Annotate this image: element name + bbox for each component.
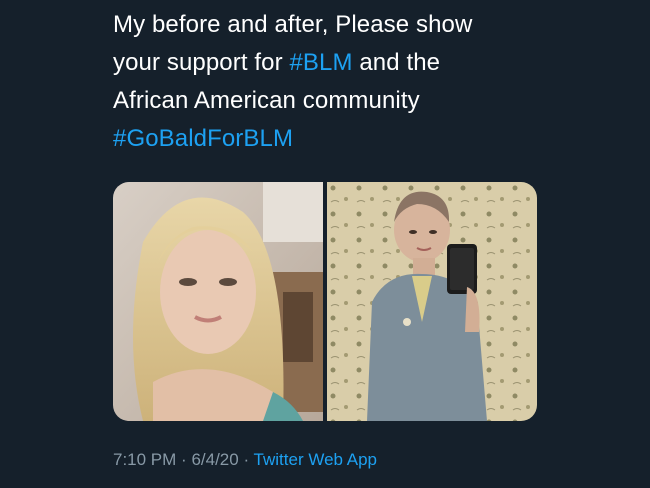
text-segment: My before and after, Please show bbox=[113, 11, 473, 38]
hashtag-blm-link[interactable]: #BLM bbox=[289, 49, 352, 76]
tweet-date: 6/4/20 bbox=[191, 450, 239, 469]
tweet-text-line: African American community bbox=[113, 82, 533, 120]
tweet-text-line: your support for #BLM and the bbox=[113, 44, 533, 82]
tweet-metadata: 7:10 PM · 6/4/20 · Twitter Web App bbox=[113, 450, 377, 470]
text-segment: and the bbox=[352, 49, 441, 76]
tweet-text-line: #GoBaldForBLM bbox=[113, 120, 533, 158]
before-photo[interactable] bbox=[113, 182, 323, 421]
tweet-media bbox=[113, 182, 537, 421]
meta-separator: · bbox=[181, 450, 187, 469]
tweet-text: My before and after, Please show your su… bbox=[113, 6, 533, 158]
text-segment: African American community bbox=[113, 87, 420, 114]
tweet-source-link[interactable]: Twitter Web App bbox=[254, 450, 377, 469]
photo-blonde-hair-selfie-icon bbox=[113, 182, 323, 421]
photo-shaved-head-mirror-selfie-icon bbox=[327, 182, 537, 421]
tweet-text-line: My before and after, Please show bbox=[113, 6, 533, 44]
tweet-time: 7:10 PM bbox=[113, 450, 177, 469]
text-segment: your support for bbox=[113, 49, 290, 76]
tweet: My before and after, Please show your su… bbox=[0, 0, 650, 488]
meta-separator: · bbox=[243, 450, 250, 469]
hashtag-gobaldforblm-link[interactable]: #GoBaldForBLM bbox=[113, 125, 293, 152]
after-photo[interactable] bbox=[327, 182, 537, 421]
